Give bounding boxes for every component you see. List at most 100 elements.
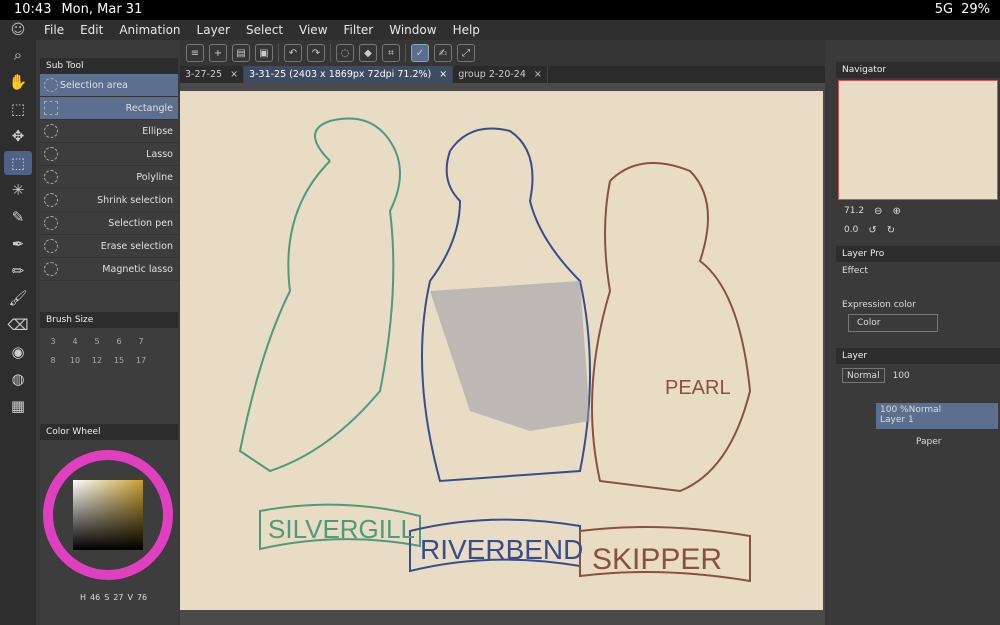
- close-icon[interactable]: ×: [439, 69, 447, 80]
- h-value: 46: [90, 593, 101, 602]
- eyedropper-icon[interactable]: ✎: [4, 205, 32, 229]
- menu-help[interactable]: Help: [445, 23, 488, 37]
- brush-size[interactable]: 3: [42, 332, 64, 351]
- separator: [278, 44, 279, 62]
- menu-filter[interactable]: Filter: [336, 23, 382, 37]
- redo-icon[interactable]: ↷: [307, 44, 325, 62]
- brush-size[interactable]: 17: [130, 351, 152, 370]
- subtool-item-label: Shrink selection: [97, 194, 173, 206]
- undo-icon[interactable]: ↶: [284, 44, 302, 62]
- rotate-left-icon[interactable]: ↺: [868, 225, 876, 236]
- menu-animation[interactable]: Animation: [111, 23, 188, 37]
- subtool-shrink[interactable]: Shrink selection: [40, 189, 178, 212]
- selection-icon[interactable]: ⬚: [4, 151, 32, 175]
- brush-size[interactable]: 12: [86, 351, 108, 370]
- subtool-item-label: Lasso: [146, 148, 173, 160]
- fill-selection-icon[interactable]: ◆: [359, 44, 377, 62]
- layer-row-layer-1[interactable]: 100 %Normal Layer 1: [876, 403, 998, 429]
- layer-row-paper[interactable]: Paper: [876, 431, 998, 457]
- auto-select-icon[interactable]: ✳: [4, 178, 32, 202]
- operation-icon[interactable]: ⬚: [4, 97, 32, 121]
- subtool-item-label: Ellipse: [142, 125, 173, 137]
- color-wheel[interactable]: [40, 440, 178, 590]
- fullscreen-icon[interactable]: ⤢: [457, 44, 475, 62]
- subtool-rectangle[interactable]: Rectangle: [40, 97, 178, 120]
- brush-size[interactable]: [152, 351, 174, 370]
- subtool-group[interactable]: Selection area: [40, 74, 178, 97]
- blend-icon[interactable]: ◍: [4, 367, 32, 391]
- drawing-canvas[interactable]: SILVERGILL RIVERBEND SKIPPER PEARL: [180, 91, 823, 610]
- ruler-icon[interactable]: ✍: [434, 44, 452, 62]
- navigator-preview[interactable]: [838, 80, 998, 200]
- menu-view[interactable]: View: [291, 23, 335, 37]
- new-icon[interactable]: +: [209, 44, 227, 62]
- brush-icon[interactable]: 🖌: [4, 286, 32, 310]
- brush-header: Brush Size: [40, 312, 178, 328]
- layer-info: 100 %Normal: [880, 405, 942, 415]
- brush-size[interactable]: 4: [64, 332, 86, 351]
- brush-size[interactable]: 10: [64, 351, 86, 370]
- eraser-icon[interactable]: ⌫: [4, 313, 32, 337]
- tab-3-31-25[interactable]: 3-31-25 (2403 x 1869px 72dpi 71.2%) ×: [244, 66, 454, 83]
- rotation-controls: 0.0 ↺ ↻: [836, 221, 1000, 240]
- subtool-group-label: Selection area: [60, 79, 128, 91]
- brush-size[interactable]: 5: [86, 332, 108, 351]
- ellipse-icon: [44, 124, 58, 138]
- subtool-polyline[interactable]: Polyline: [40, 166, 178, 189]
- menu-edit[interactable]: Edit: [72, 23, 111, 37]
- expression-color-select[interactable]: Color: [848, 314, 938, 332]
- status-time: 10:43: [14, 2, 52, 17]
- subtool-lasso[interactable]: Lasso: [40, 143, 178, 166]
- tab-group-2-20-24[interactable]: group 2-20-24 ×: [453, 66, 548, 83]
- navigator-controls: 71.2 ⊖ ⊕: [836, 202, 1000, 221]
- subtool-erase-selection[interactable]: Erase selection: [40, 235, 178, 258]
- subtool-selection-pen[interactable]: Selection pen: [40, 212, 178, 235]
- rotate-right-icon[interactable]: ↻: [887, 225, 895, 236]
- close-icon[interactable]: ×: [534, 69, 542, 80]
- move-icon[interactable]: ✥: [4, 124, 32, 148]
- menu-select[interactable]: Select: [238, 23, 291, 37]
- app-logo-icon[interactable]: ☺: [0, 22, 36, 38]
- brush-size[interactable]: [152, 332, 174, 351]
- fill-icon[interactable]: ◉: [4, 340, 32, 364]
- navigator-title: Navigator: [842, 65, 887, 75]
- subtool-magnetic-lasso[interactable]: Magnetic lasso: [40, 258, 178, 281]
- subtool-ellipse[interactable]: Ellipse: [40, 120, 178, 143]
- opacity-value[interactable]: 100: [893, 371, 910, 381]
- tab-3-27-25[interactable]: 3-27-25 ×: [180, 66, 245, 83]
- open-icon[interactable]: ▤: [232, 44, 250, 62]
- pencil-icon[interactable]: ✏: [4, 259, 32, 283]
- subtool-title: Sub Tool: [46, 61, 84, 71]
- zoom-in-icon[interactable]: ⊕: [892, 206, 900, 217]
- hsv-readout: H 46 S 27 V 76: [40, 593, 178, 602]
- deselect-icon[interactable]: ◌: [336, 44, 354, 62]
- v-value: 76: [136, 593, 148, 602]
- brush-size[interactable]: 6: [108, 332, 130, 351]
- brush-size[interactable]: 15: [108, 351, 130, 370]
- blend-mode-select[interactable]: Normal: [842, 368, 885, 383]
- menu-window[interactable]: Window: [381, 23, 444, 37]
- banner-label-silvergill: SILVERGILL: [268, 514, 415, 544]
- color-wheel-title: Color Wheel: [46, 427, 101, 437]
- close-icon[interactable]: ×: [230, 69, 238, 80]
- menu-layer[interactable]: Layer: [189, 23, 238, 37]
- brush-size[interactable]: 8: [42, 351, 64, 370]
- banner-label-skipper: SKIPPER: [592, 543, 722, 576]
- save-icon[interactable]: ▣: [255, 44, 273, 62]
- zoom-out-icon[interactable]: ⊖: [874, 206, 882, 217]
- silvergill-figure: [238, 117, 401, 473]
- layer-property-body: Effect Expression color Color: [836, 262, 1000, 340]
- pen-icon[interactable]: ✒: [4, 232, 32, 256]
- menu-file[interactable]: File: [36, 23, 72, 37]
- hand-icon[interactable]: ✋: [4, 70, 32, 94]
- tab-label: 3-27-25: [185, 69, 223, 80]
- stabilizer-icon[interactable]: ✓: [411, 44, 429, 62]
- shrink-icon: [44, 193, 58, 207]
- crop-icon[interactable]: ⌗: [382, 44, 400, 62]
- brush-size[interactable]: 7: [130, 332, 152, 351]
- grid-icon[interactable]: ▦: [4, 394, 32, 418]
- canvas-area: SILVERGILL RIVERBEND SKIPPER PEARL: [180, 83, 825, 625]
- subtool-item-label: Erase selection: [100, 240, 173, 252]
- menu-icon[interactable]: ≡: [186, 44, 204, 62]
- zoom-icon[interactable]: ⌕: [4, 43, 32, 67]
